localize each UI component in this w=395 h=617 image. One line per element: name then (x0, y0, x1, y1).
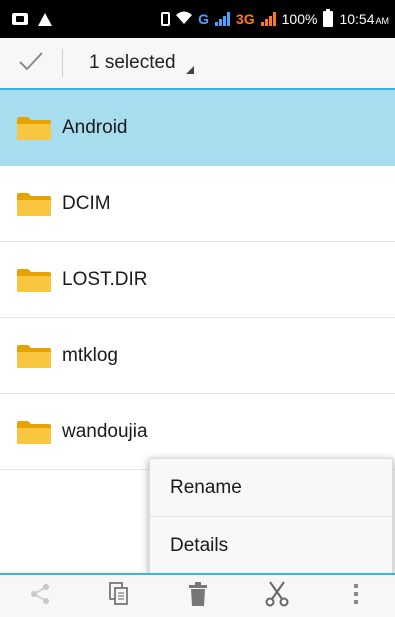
status-bar: G 3G 100% 10:54 AM (0, 0, 395, 38)
wifi-icon (176, 11, 193, 28)
clock: 10:54 AM (339, 11, 389, 27)
folder-icon (16, 419, 52, 445)
spinner-triangle-icon (185, 66, 194, 74)
vibrate-icon (161, 12, 171, 26)
selection-spinner[interactable]: 1 selected (63, 38, 204, 88)
folder-icon (16, 115, 52, 141)
file-row-mtklog[interactable]: mtklog (0, 318, 395, 394)
notification-app-icon (12, 13, 28, 25)
folder-icon (16, 267, 52, 293)
file-row-lost-dir[interactable]: LOST.DIR (0, 242, 395, 318)
folder-icon (16, 191, 52, 217)
file-list: Android DCIM LOST.DIR mtklog wandoujia (0, 90, 395, 470)
copy-icon (108, 581, 129, 611)
overflow-popup-menu: Rename Details (149, 458, 393, 574)
overflow-menu-button[interactable] (326, 575, 386, 617)
menu-item-details[interactable]: Details (150, 516, 392, 574)
file-name: wandoujia (62, 420, 148, 442)
checkmark-icon (18, 51, 44, 76)
signal-bars-icon (260, 12, 276, 26)
copy-button[interactable] (89, 575, 149, 617)
bottom-action-bar (0, 573, 395, 617)
delete-button[interactable] (168, 575, 228, 617)
battery-icon (323, 9, 334, 27)
overflow-menu-icon (353, 583, 359, 610)
file-row-android[interactable]: Android (0, 90, 395, 166)
selection-count-label: 1 selected (89, 52, 176, 73)
file-name: LOST.DIR (62, 268, 148, 290)
share-button[interactable] (10, 575, 70, 617)
network-3g-label: 3G (235, 11, 255, 27)
menu-item-rename[interactable]: Rename (150, 459, 392, 516)
file-name: Android (62, 116, 128, 138)
done-button[interactable] (0, 38, 62, 88)
trash-icon (188, 581, 208, 612)
battery-percent: 100% (281, 11, 318, 27)
warning-icon (38, 12, 52, 26)
scissors-icon (265, 580, 289, 612)
file-name: DCIM (62, 192, 111, 214)
clock-ampm: AM (375, 16, 390, 26)
network-g-label: G (198, 11, 209, 27)
file-name: mtklog (62, 344, 118, 366)
cut-button[interactable] (247, 575, 307, 617)
contextual-action-bar: 1 selected (0, 38, 395, 90)
file-row-dcim[interactable]: DCIM (0, 166, 395, 242)
clock-time: 10:54 (339, 11, 375, 27)
folder-icon (16, 343, 52, 369)
signal-bars-icon (214, 12, 230, 26)
share-icon (29, 583, 51, 610)
